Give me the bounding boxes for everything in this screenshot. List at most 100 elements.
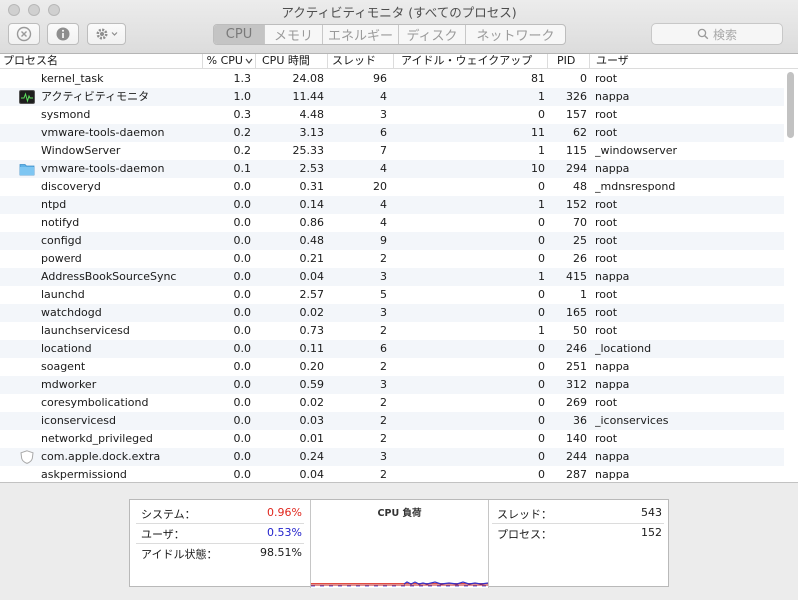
table-row[interactable]: launchd 0.0 2.57 5 0 1 root bbox=[0, 286, 784, 304]
thread-count-cell: 4 bbox=[380, 198, 387, 211]
user-cell: root bbox=[595, 108, 618, 121]
divider bbox=[136, 543, 304, 544]
column-header-cpu-label: % CPU bbox=[206, 54, 243, 67]
user-cell: nappa bbox=[595, 450, 630, 463]
tab-memory[interactable]: メモリ bbox=[265, 25, 323, 44]
table-row[interactable]: configd 0.0 0.48 9 0 25 root bbox=[0, 232, 784, 250]
thread-count-cell: 3 bbox=[380, 306, 387, 319]
table-header: プロセス名 % CPU CPU 時間 スレッド アイドル・ウェイクアップ PID… bbox=[0, 54, 798, 69]
table-row[interactable]: WindowServer 0.2 25.33 7 1 115 _windowserver bbox=[0, 142, 784, 160]
table-row[interactable]: askpermissiond 0.0 0.04 2 0 287 nappa bbox=[0, 466, 784, 482]
column-header-threads[interactable]: スレッド bbox=[328, 54, 394, 69]
table-row[interactable]: kernel_task 1.3 24.08 96 81 0 root bbox=[0, 70, 784, 88]
idle-wakeups-cell: 1 bbox=[538, 198, 545, 211]
process-name-cell: discoveryd bbox=[41, 180, 101, 193]
column-header-user[interactable]: ユーザ bbox=[590, 54, 798, 69]
pid-cell: 70 bbox=[573, 216, 587, 229]
table-row[interactable]: watchdogd 0.0 0.02 3 0 165 root bbox=[0, 304, 784, 322]
process-name-cell: powerd bbox=[41, 252, 82, 265]
table-row[interactable]: sysmond 0.3 4.48 3 0 157 root bbox=[0, 106, 784, 124]
pid-cell: 26 bbox=[573, 252, 587, 265]
thread-count-cell: 3 bbox=[380, 108, 387, 121]
user-cell: root bbox=[595, 72, 618, 85]
cpu-time-cell: 3.13 bbox=[299, 126, 325, 139]
table-row[interactable]: vmware-tools-daemon 0.1 2.53 4 10 294 nappa bbox=[0, 160, 784, 178]
user-cell: nappa bbox=[595, 360, 630, 373]
thread-count-cell: 7 bbox=[380, 144, 387, 157]
process-name-cell: kernel_task bbox=[41, 72, 104, 85]
search-field[interactable]: 検索 bbox=[651, 23, 783, 45]
cpu-time-cell: 0.14 bbox=[299, 198, 325, 211]
pid-cell: 152 bbox=[566, 198, 587, 211]
pid-cell: 251 bbox=[566, 360, 587, 373]
cpu-time-cell: 0.24 bbox=[299, 450, 325, 463]
cpu-percent-cell: 0.0 bbox=[233, 288, 252, 301]
process-name-cell: locationd bbox=[41, 342, 92, 355]
system-value: 0.96% bbox=[267, 506, 302, 519]
table-scrollbar[interactable] bbox=[787, 72, 794, 138]
action-menu-button[interactable] bbox=[87, 23, 126, 45]
column-header-cpu-time[interactable]: CPU 時間 bbox=[256, 54, 328, 69]
cpu-time-cell: 0.48 bbox=[299, 234, 325, 247]
cpu-time-cell: 0.20 bbox=[299, 360, 325, 373]
table-row[interactable]: mdworker 0.0 0.59 3 0 312 nappa bbox=[0, 376, 784, 394]
thread-count-cell: 2 bbox=[380, 360, 387, 373]
table-row[interactable]: coresymbolicationd 0.0 0.02 2 0 269 root bbox=[0, 394, 784, 412]
table-row[interactable]: powerd 0.0 0.21 2 0 26 root bbox=[0, 250, 784, 268]
idle-wakeups-cell: 0 bbox=[538, 288, 545, 301]
process-name-cell: watchdogd bbox=[41, 306, 102, 319]
cpu-time-cell: 0.03 bbox=[299, 414, 325, 427]
table-row[interactable]: soagent 0.0 0.20 2 0 251 nappa bbox=[0, 358, 784, 376]
thread-count-cell: 2 bbox=[380, 324, 387, 337]
cpu-percent-cell: 0.0 bbox=[233, 252, 252, 265]
cpu-percent-cell: 0.0 bbox=[233, 432, 252, 445]
column-header-pid[interactable]: PID bbox=[548, 54, 590, 69]
process-name-cell: launchd bbox=[41, 288, 85, 301]
idle-wakeups-cell: 1 bbox=[538, 144, 545, 157]
table-row[interactable]: locationd 0.0 0.11 6 0 246 _locationd bbox=[0, 340, 784, 358]
cpu-time-cell: 0.04 bbox=[299, 270, 325, 283]
cpu-time-cell: 2.57 bbox=[299, 288, 325, 301]
user-cell: root bbox=[595, 324, 618, 337]
inspect-process-button[interactable] bbox=[47, 23, 79, 45]
table-row[interactable]: com.apple.dock.extra 0.0 0.24 3 0 244 nappa bbox=[0, 448, 784, 466]
table-row[interactable]: discoveryd 0.0 0.31 20 0 48 _mdnsrespond bbox=[0, 178, 784, 196]
table-row[interactable]: ntpd 0.0 0.14 4 1 152 root bbox=[0, 196, 784, 214]
process-name-cell: mdworker bbox=[41, 378, 97, 391]
process-name-cell: configd bbox=[41, 234, 82, 247]
table-row[interactable]: networkd_privileged 0.0 0.01 2 0 140 root bbox=[0, 430, 784, 448]
search-icon bbox=[697, 28, 709, 40]
cpu-percent-cell: 0.0 bbox=[233, 198, 252, 211]
table-row[interactable]: notifyd 0.0 0.86 4 0 70 root bbox=[0, 214, 784, 232]
user-cell: nappa bbox=[595, 378, 630, 391]
pid-cell: 294 bbox=[566, 162, 587, 175]
column-header-idle-wakeups[interactable]: アイドル・ウェイクアップ bbox=[394, 54, 548, 69]
divider bbox=[136, 523, 304, 524]
idle-wakeups-cell: 10 bbox=[531, 162, 545, 175]
pid-cell: 1 bbox=[580, 288, 587, 301]
tab-network[interactable]: ネットワーク bbox=[466, 25, 565, 44]
user-value: 0.53% bbox=[267, 526, 302, 539]
column-header-cpu[interactable]: % CPU bbox=[203, 54, 256, 69]
cpu-time-cell: 0.59 bbox=[299, 378, 325, 391]
table-row[interactable]: アクティビティモニタ 1.0 11.44 4 1 326 nappa bbox=[0, 88, 784, 106]
table-row[interactable]: iconservicesd 0.0 0.03 2 0 36 _iconservices bbox=[0, 412, 784, 430]
cpu-time-cell: 24.08 bbox=[292, 72, 325, 85]
cpu-percent-cell: 0.0 bbox=[233, 306, 252, 319]
cpu-time-cell: 4.48 bbox=[299, 108, 325, 121]
process-name-cell: soagent bbox=[41, 360, 86, 373]
pid-cell: 25 bbox=[573, 234, 587, 247]
pid-cell: 326 bbox=[566, 90, 587, 103]
table-row[interactable]: launchservicesd 0.0 0.73 2 1 50 root bbox=[0, 322, 784, 340]
tab-energy[interactable]: エネルギー bbox=[323, 25, 399, 44]
table-row[interactable]: AddressBookSourceSync 0.0 0.04 3 1 415 nappa bbox=[0, 268, 784, 286]
column-header-process-name[interactable]: プロセス名 bbox=[0, 54, 203, 69]
tab-cpu[interactable]: CPU bbox=[214, 25, 265, 44]
cpu-percent-cell: 0.3 bbox=[233, 108, 252, 121]
cpu-percent-cell: 0.0 bbox=[233, 360, 252, 373]
stop-process-button[interactable] bbox=[8, 23, 40, 45]
pid-cell: 287 bbox=[566, 468, 587, 481]
idle-wakeups-cell: 0 bbox=[538, 342, 545, 355]
table-row[interactable]: vmware-tools-daemon 0.2 3.13 6 11 62 root bbox=[0, 124, 784, 142]
tab-disk[interactable]: ディスク bbox=[399, 25, 466, 44]
